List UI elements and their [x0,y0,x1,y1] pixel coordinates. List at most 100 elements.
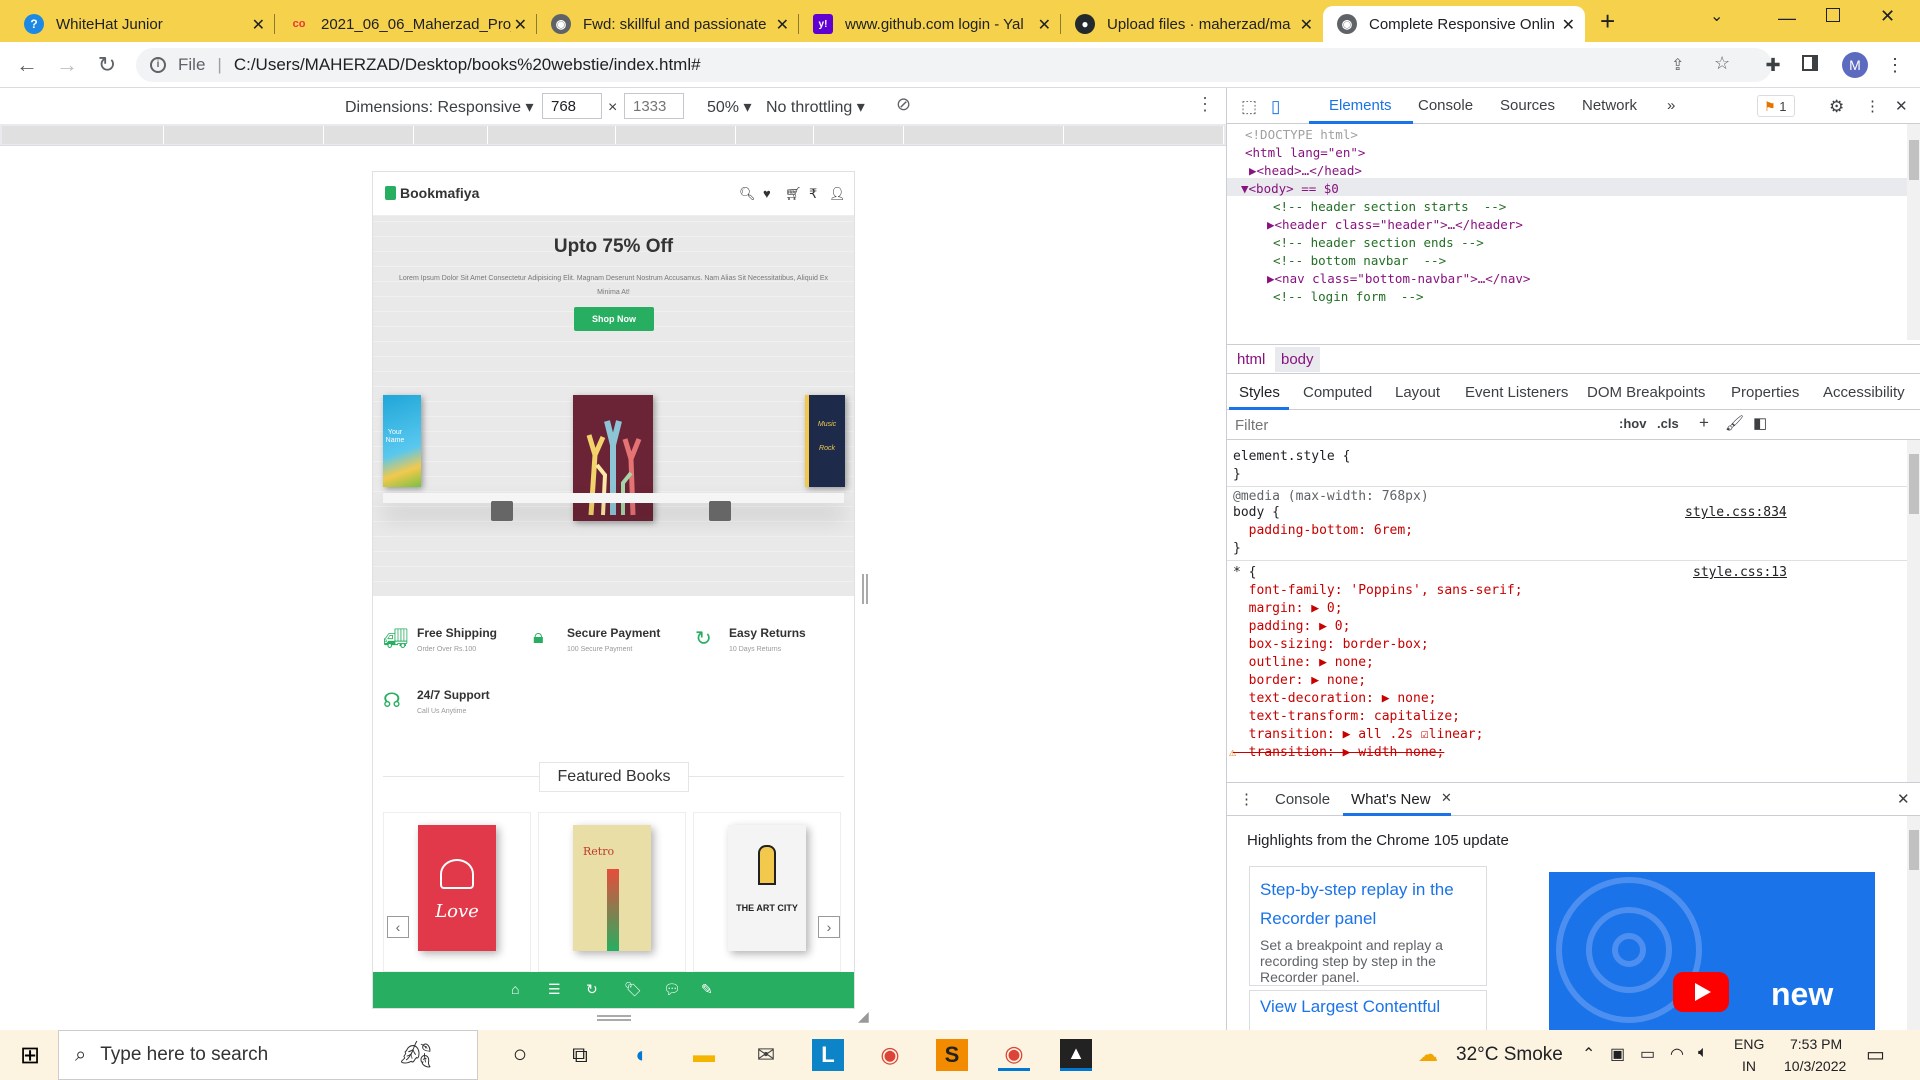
sublime-text-icon[interactable]: S [936,1039,968,1071]
tab-accessibility[interactable]: Accessibility [1823,384,1905,401]
close-whats-new-icon[interactable]: ✕ [1441,790,1452,806]
shop-now-button[interactable]: Shop Now [574,307,654,331]
bookmark-star-icon[interactable]: ☆ [1714,53,1730,74]
featured-book-card[interactable]: THE ART CITY [693,812,841,972]
site-info-icon[interactable]: i [150,57,166,73]
side-panel-icon[interactable] [1802,55,1818,71]
clock-time[interactable]: 7:53 PM [1790,1036,1842,1052]
extensions-puzzle-icon[interactable]: ✚ [1762,54,1784,76]
wifi-icon[interactable]: ◠ [1670,1044,1684,1064]
rule-element-style[interactable]: element.style { [1233,448,1350,466]
photos-app-icon[interactable]: ▲ [1060,1039,1092,1071]
tab-colab[interactable]: co 2021_06_06_Maherzad_Proj ✕ [275,6,537,42]
device-options-kebab-icon[interactable]: ⋮ [1196,94,1214,115]
rule-universal-selector[interactable]: * { [1233,564,1256,582]
more-tabs-button[interactable]: » [1667,97,1675,114]
css-declaration[interactable]: margin: ▶ 0; [1233,600,1343,618]
css-declaration[interactable]: outline: ▶ none; [1233,654,1374,672]
home-icon[interactable]: ⌂ [511,981,519,997]
chrome-active-icon[interactable]: ◉ [998,1039,1030,1071]
tab-event-listeners[interactable]: Event Listeners [1465,384,1568,401]
feature-card-lcp[interactable]: View Largest Contentful [1249,990,1487,1030]
mail-icon[interactable]: ✉ [750,1039,782,1071]
device-toggle-icon[interactable]: ▯ [1271,97,1280,117]
resize-corner-icon[interactable]: ◢ [858,1008,869,1025]
battery-icon[interactable]: ▭ [1640,1044,1655,1064]
close-tab-icon[interactable]: ✕ [514,15,527,35]
book-cover-left[interactable]: Your Name [383,395,421,487]
styles-scrollbar[interactable] [1907,440,1920,782]
devtools-menu-kebab-icon[interactable]: ⋮ [1865,97,1880,115]
list-icon[interactable]: ☰ [548,981,561,998]
close-tab-icon[interactable]: ✕ [1038,15,1051,35]
drawer-tab-console[interactable]: Console [1275,791,1330,808]
tab-elements[interactable]: Elements [1329,97,1392,114]
maximize-button[interactable] [1826,8,1840,22]
styles-filter-input[interactable] [1229,413,1609,437]
tab-github[interactable]: ● Upload files · maherzad/ma ✕ [1061,6,1323,42]
close-tab-icon[interactable]: ✕ [776,15,789,35]
whats-new-video-thumbnail[interactable]: new [1549,872,1875,1030]
forward-arrow-icon[interactable]: → [54,52,80,78]
comments-icon[interactable]: 💬︎ [663,981,681,998]
paint-brush-icon[interactable]: 🖌︎ [1725,414,1744,432]
carousel-prev-button[interactable]: ‹ [387,916,409,938]
css-declaration[interactable]: transition: ▶ all .2s ☑linear; [1233,726,1484,744]
hover-state-toggle[interactable]: :hov [1619,416,1646,431]
tab-computed[interactable]: Computed [1303,384,1372,401]
rule-body-selector[interactable]: body { [1233,504,1280,522]
resize-handle-bottom[interactable] [597,1015,631,1021]
close-tab-icon[interactable]: ✕ [252,15,265,35]
windows-start-icon[interactable]: ⊞ [14,1039,46,1071]
css-declaration-overridden[interactable]: transition: ▶ width none; [1233,744,1445,762]
clock-date[interactable]: 10/3/2022 [1784,1058,1846,1074]
throttling-dropdown[interactable]: No throttling ▾ [766,97,865,117]
inspect-element-icon[interactable]: ⬚ [1241,97,1257,117]
tab-properties[interactable]: Properties [1731,384,1799,401]
toggle-sidebar-icon[interactable]: ◧ [1753,414,1767,432]
profile-avatar[interactable]: M [1842,52,1868,78]
tab-yahoo[interactable]: y! www.github.com login - Yal ✕ [799,6,1061,42]
address-url[interactable]: C:/Users/MAHERZAD/Desktop/books%20websti… [234,55,701,75]
tab-sources[interactable]: Sources [1500,97,1555,114]
new-rule-button[interactable]: + [1699,413,1709,433]
tags-icon[interactable]: 🏷︎ [624,981,642,998]
close-window-button[interactable]: ✕ [1880,6,1895,27]
css-declaration[interactable]: text-decoration: ▶ none; [1233,690,1437,708]
language-code[interactable]: ENG [1734,1036,1764,1052]
close-tab-icon[interactable]: ✕ [1300,15,1313,35]
task-view-icon[interactable]: ⧉ [564,1039,596,1071]
search-icon[interactable]: 🔍︎ [739,186,756,202]
tray-device-icon[interactable]: ▣ [1610,1044,1625,1064]
tab-search-chevron-icon[interactable]: ⌄ [1710,6,1723,26]
lucid-app-icon[interactable]: L [812,1039,844,1071]
book-cover-right[interactable]: Music Rock [805,395,845,487]
tab-active-site[interactable]: ◉ Complete Responsive Onlin ✕ [1323,6,1585,42]
dom-comment[interactable]: <!-- login form --> [1273,286,1424,308]
tab-fwd-mail[interactable]: ◉ Fwd: skillful and passionate ✕ [537,6,799,42]
taskbar-search[interactable]: ⌕ Type here to search 🍂︎ [58,1030,478,1080]
featured-book-card[interactable]: Retro [538,812,686,972]
heart-icon[interactable]: ♥ [763,186,771,201]
height-input[interactable] [624,93,684,119]
cart-icon[interactable]: 🛒︎ [785,186,802,202]
volume-icon[interactable]: 🔈︎ [1698,1044,1708,1062]
dimensions-dropdown[interactable]: Dimensions: Responsive ▾ [345,97,534,117]
reload-icon[interactable]: ↻ [94,52,120,78]
zoom-dropdown[interactable]: 50% ▾ [707,97,752,117]
user-icon[interactable]: 👤︎ [829,186,846,202]
css-declaration[interactable]: padding: ▶ 0; [1233,618,1351,636]
tab-styles[interactable]: Styles [1239,384,1280,401]
breadcrumb-html[interactable]: html [1237,351,1265,368]
css-declaration[interactable]: padding-bottom: 6rem; [1233,522,1413,540]
refresh-icon[interactable]: ↻ [586,981,598,998]
feature-card-recorder[interactable]: Step-by-step replay in the Recorder pane… [1249,866,1487,986]
tray-chevron-icon[interactable]: ⌃ [1582,1044,1595,1064]
settings-gear-icon[interactable]: ⚙ [1829,97,1844,117]
tab-network[interactable]: Network [1582,97,1637,114]
weather-text[interactable]: 32°C Smoke [1456,1044,1563,1066]
elements-scrollbar[interactable] [1907,124,1920,340]
minimize-button[interactable]: — [1778,8,1796,29]
source-link-13[interactable]: style.css:13 [1693,564,1787,582]
back-arrow-icon[interactable]: ← [14,52,40,78]
